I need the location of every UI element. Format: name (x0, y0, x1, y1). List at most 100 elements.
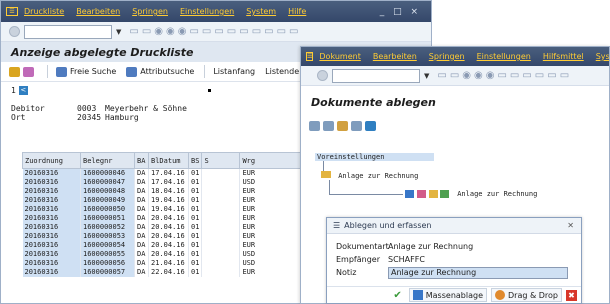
notiz-input[interactable]: Anlage zur Rechnung (388, 266, 568, 279)
standard-toolbar-icons[interactable]: ▭▭◉◉◉▭▭▭▭▭▭ (437, 70, 572, 81)
menu-bearbeiten[interactable]: Bearbeiten (373, 52, 417, 61)
table-cell: 1600000053 (80, 232, 135, 241)
tree-child[interactable]: Anlage zur Rechnung (321, 171, 418, 180)
massenablage-button[interactable]: Massenablage (408, 288, 487, 302)
stack-icon (412, 290, 423, 300)
table-cell: 20160316 (22, 223, 81, 232)
checkmark-icon[interactable]: ✔ (393, 290, 401, 301)
table-cell: DA (134, 196, 149, 205)
table-cell: 20160316 (22, 250, 81, 259)
table-cell (201, 214, 241, 223)
table-cell: 17.04.16 (148, 168, 189, 178)
column-bs[interactable]: BS (187, 152, 203, 169)
drag-drop-button[interactable]: Drag & Drop (491, 288, 562, 302)
table-cell (201, 268, 241, 277)
attributsuche-button[interactable]: Attributsuche (126, 66, 195, 77)
table-cell: 18.04.16 (148, 187, 189, 196)
cancel-icon[interactable]: ✖ (566, 289, 577, 301)
menu-springen[interactable]: Springen (132, 7, 168, 16)
display-icons[interactable] (9, 66, 37, 77)
notiz-label: Notiz (336, 268, 357, 277)
sap-menu-icon[interactable]: ☰ (6, 7, 18, 16)
table-cell: 19.04.16 (148, 205, 189, 214)
sap-menu-icon[interactable]: ☰ (306, 52, 314, 61)
chevron-down-icon[interactable]: ▼ (116, 28, 121, 36)
toolbar-separator (204, 65, 206, 78)
menu-bearbeiten[interactable]: Bearbeiten (76, 7, 120, 16)
dialog-icon: ☰ (333, 221, 341, 230)
ort-label: Ort (11, 113, 26, 122)
pencil-icon (23, 66, 34, 77)
enter-icon[interactable] (317, 70, 328, 81)
table-cell: 1600000048 (80, 187, 135, 196)
table-cell: 20160316 (22, 259, 81, 268)
menu-springen[interactable]: Springen (429, 52, 465, 61)
column-bldatum[interactable]: BlDatum (148, 152, 189, 169)
scroll-marker (207, 89, 211, 92)
dokumentart-label: Dokumentart (336, 242, 389, 251)
table-cell (201, 259, 241, 268)
table-cell: 1600000057 (80, 268, 135, 277)
table-cell: 20160316 (22, 205, 81, 214)
close-icon[interactable]: ✕ (567, 221, 574, 230)
info-icon[interactable] (365, 121, 376, 131)
listanfang-button[interactable]: Listanfang (213, 67, 255, 76)
column-zuordnung[interactable]: Zuordnung (22, 152, 81, 169)
tree-leaf[interactable]: Anlage zur Rechnung (405, 190, 537, 198)
enter-icon[interactable] (9, 26, 20, 37)
command-bar: ▼ ▭▭◉◉◉▭▭▭▭▭▭ (301, 66, 609, 86)
debitor-number: 0003 (77, 104, 97, 113)
column-ba[interactable]: BA (134, 152, 149, 169)
dokumentart-value: Anlage zur Rechnung (388, 242, 474, 251)
column-s[interactable]: S (201, 152, 241, 169)
chevron-down-icon[interactable]: ▼ (424, 72, 429, 80)
field-dokumentart: Dokumentart Anlage zur Rechnung (327, 240, 581, 253)
debitor-name: Meyerbehr & Söhne (105, 104, 187, 113)
standard-toolbar-icons[interactable]: ▭▭◉◉◉▭▭▭▭▭▭▭▭▭ (129, 26, 301, 37)
table-cell: DA (134, 214, 149, 223)
freie-suche-button[interactable]: Freie Suche (56, 66, 116, 77)
attributsuche-label: Attributsuche (140, 67, 195, 76)
menu-system[interactable]: System (596, 52, 609, 61)
table-cell: 1600000051 (80, 214, 135, 223)
table-cell: DA (134, 268, 149, 277)
grid-icon[interactable] (351, 121, 362, 131)
menu-hilfsmittel[interactable]: Hilfsmittel (543, 52, 584, 61)
menu-einstellungen[interactable]: Einstellungen (180, 7, 234, 16)
table-cell: 01 (188, 205, 203, 214)
dialog-footer: ✔ Massenablage Drag & Drop ✖ (327, 286, 581, 303)
menu-hilfe[interactable]: Hilfe (288, 7, 306, 16)
table-cell (201, 168, 241, 178)
binoculars-icon (126, 66, 138, 77)
table-cell: 20.04.16 (148, 223, 189, 232)
table-cell: DA (134, 259, 149, 268)
folder-icon (321, 171, 331, 178)
page-title: Dokumente ablegen (301, 92, 609, 112)
menu-einstellungen[interactable]: Einstellungen (477, 52, 531, 61)
ablegen-dialog: ☰ Ablegen und erfassen ✕ Dokumentart Anl… (326, 217, 582, 304)
table-cell: 1600000050 (80, 205, 135, 214)
menu-dokument[interactable]: Dokument (319, 52, 360, 61)
tree-connector (329, 180, 330, 194)
table-cell: 20160316 (22, 168, 81, 178)
table-cell (201, 178, 241, 187)
table-cell: 20.04.16 (148, 241, 189, 250)
column-belegnr[interactable]: Belegnr (80, 152, 135, 169)
menu-system[interactable]: System (246, 7, 276, 16)
empfaenger-value: SCHAFFC (388, 255, 425, 264)
command-field[interactable] (24, 24, 112, 39)
table-cell: 20160316 (22, 241, 81, 250)
table-cell: 22.04.16 (148, 268, 189, 277)
table-cell: 01 (188, 232, 203, 241)
tree-root[interactable]: Voreinstellungen (315, 153, 435, 161)
listende-button[interactable]: Listende (265, 67, 299, 76)
menu-druckliste[interactable]: Druckliste (24, 7, 64, 16)
command-field[interactable] (332, 68, 420, 83)
select-all-icon[interactable] (309, 121, 320, 131)
page-number: 1 (11, 86, 16, 95)
previous-page-button[interactable]: < (18, 86, 28, 95)
tree-icon[interactable] (337, 121, 348, 131)
window-controls[interactable]: _ □ × (380, 7, 421, 17)
table-cell: 1600000047 (80, 178, 135, 187)
deselect-icon[interactable] (323, 121, 334, 131)
